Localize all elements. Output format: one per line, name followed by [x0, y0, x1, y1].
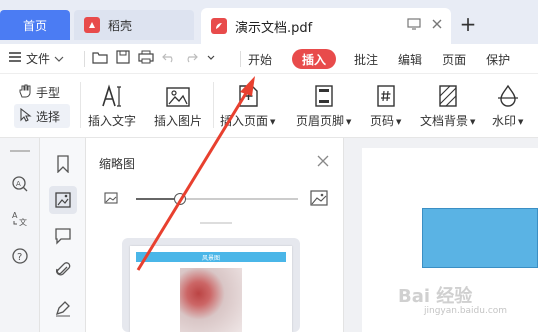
caret-down-icon: ▼ — [396, 117, 402, 126]
header-footer-icon — [313, 80, 335, 108]
cursor-mode-group: 手型 选择 — [14, 80, 70, 128]
caret-down-icon: ▼ — [470, 117, 476, 126]
hand-icon — [18, 84, 32, 101]
tab-comment[interactable]: 批注 — [354, 49, 378, 69]
hamburger-icon — [8, 51, 22, 66]
tab-home[interactable]: 首页 — [0, 10, 70, 40]
insert-image-label: 插入图片 — [154, 114, 203, 128]
tab-bar: 首页 稻壳 演示文档.pdf + — [0, 0, 538, 44]
cursor-arrow-icon — [18, 107, 32, 125]
save-icon[interactable] — [116, 50, 130, 67]
text-insert-icon — [101, 80, 123, 108]
thumbnail-photo — [180, 268, 242, 332]
svg-text:A: A — [16, 180, 21, 188]
print-icon[interactable] — [138, 50, 154, 67]
divider — [84, 51, 85, 67]
document-background-button[interactable]: 文档背景 ▼ — [420, 80, 475, 129]
thumbnail-panel: 缩略图 风景图 — [86, 138, 344, 332]
small-image-icon[interactable] — [104, 192, 118, 207]
hand-tool[interactable]: 手型 — [14, 80, 70, 104]
find-replace-icon[interactable]: A — [6, 170, 34, 198]
image-icon — [166, 80, 190, 108]
file-menu[interactable]: 文件 — [8, 50, 64, 67]
left-toolbar: A A文 ? — [0, 138, 40, 332]
ribbon-tabs: 开始 插入 批注 编辑 页面 保护 — [248, 49, 530, 69]
tab-document-label: 演示文档.pdf — [235, 20, 313, 36]
divider — [80, 82, 81, 128]
caret-down-icon: ▼ — [346, 117, 352, 126]
help-icon[interactable]: ? — [6, 242, 34, 270]
tab-edit[interactable]: 编辑 — [398, 49, 422, 69]
tab-home-label: 首页 — [22, 18, 47, 33]
add-page-icon — [237, 80, 259, 108]
insert-text-label: 插入文字 — [88, 114, 137, 128]
hand-tool-label: 手型 — [36, 85, 61, 100]
watermark-logo: Bai 经验 — [398, 286, 473, 307]
select-tool[interactable]: 选择 — [14, 104, 70, 128]
signature-pen-icon[interactable] — [49, 294, 77, 322]
blue-shape[interactable] — [422, 208, 538, 268]
watermark-url: jingyan.baidu.com — [424, 306, 508, 316]
attachment-icon[interactable] — [49, 256, 77, 284]
page-number-label: 页码 — [370, 114, 395, 128]
large-image-icon[interactable] — [310, 190, 328, 209]
thumbnail-panel-title: 缩略图 — [99, 157, 136, 171]
thumbnail-zoom-control — [104, 190, 330, 208]
page-number-button[interactable]: 页码 ▼ — [370, 80, 401, 129]
chevron-down-icon — [54, 52, 64, 66]
divider — [240, 51, 241, 67]
zoom-slider-knob[interactable] — [174, 193, 186, 205]
thumbnail-page: 风景图 — [130, 246, 292, 332]
tab-page[interactable]: 页面 — [442, 49, 466, 69]
daoke-logo-icon — [84, 17, 100, 33]
new-tab-button[interactable]: + — [456, 12, 480, 36]
caret-down-icon: ▼ — [270, 117, 276, 126]
svg-text:文: 文 — [19, 217, 27, 227]
caret-down-icon: ▼ — [518, 117, 524, 126]
thumbnail-page-header: 风景图 — [136, 252, 286, 262]
close-panel-icon[interactable] — [317, 152, 329, 171]
window-mode-icon[interactable] — [407, 18, 421, 34]
select-tool-label: 选择 — [36, 109, 61, 124]
divider — [200, 222, 232, 224]
more-chevron-icon[interactable] — [206, 52, 216, 66]
undo-icon[interactable] — [162, 51, 176, 66]
file-menu-label: 文件 — [26, 52, 51, 66]
divider — [213, 82, 214, 128]
quick-access-toolbar — [92, 50, 216, 67]
tab-daoke-label: 稻壳 — [108, 18, 133, 33]
panel-switcher — [40, 138, 86, 332]
header-footer-button[interactable]: 页眉页脚 ▼ — [296, 80, 351, 129]
header-footer-label: 页眉页脚 — [296, 114, 345, 128]
background-icon — [437, 80, 459, 108]
drag-handle[interactable] — [10, 150, 30, 152]
svg-text:?: ? — [17, 252, 22, 263]
thumbnail-icon[interactable] — [49, 186, 77, 214]
redo-icon[interactable] — [184, 51, 198, 66]
close-tab-icon[interactable] — [431, 18, 443, 34]
insert-text-button[interactable]: 插入文字 — [88, 80, 136, 129]
tab-insert[interactable]: 插入 — [292, 49, 337, 69]
menu-bar: 文件 开始 插入 批注 编辑 页面 保护 — [0, 44, 538, 74]
svg-text:A: A — [12, 211, 18, 220]
page-thumbnail[interactable]: 风景图 — [122, 238, 300, 332]
tab-document[interactable]: 演示文档.pdf — [201, 8, 451, 44]
document-background-label: 文档背景 — [420, 114, 469, 128]
pdf-file-icon — [211, 18, 227, 34]
watermark-button[interactable]: 水印 ▼ — [492, 80, 523, 129]
tab-daoke[interactable]: 稻壳 — [74, 10, 194, 40]
open-folder-icon[interactable] — [92, 50, 108, 67]
insert-page-button[interactable]: 插入页面 ▼ — [220, 80, 275, 129]
comment-icon[interactable] — [49, 222, 77, 250]
translate-icon[interactable]: A文 — [6, 204, 34, 232]
insert-image-button[interactable]: 插入图片 — [154, 80, 202, 129]
watermark-label: 水印 — [492, 114, 517, 128]
ribbon: 手型 选择 插入文字 插入图片 插入页面 ▼ 页眉页脚 ▼ 页码 ▼ 文档背景 … — [0, 74, 538, 138]
insert-page-label: 插入页面 — [220, 114, 269, 128]
tab-protect[interactable]: 保护 — [486, 49, 510, 69]
bookmark-icon[interactable] — [49, 150, 77, 178]
page-number-icon — [375, 80, 397, 108]
tab-start[interactable]: 开始 — [248, 49, 272, 69]
watermark-icon — [496, 80, 520, 108]
